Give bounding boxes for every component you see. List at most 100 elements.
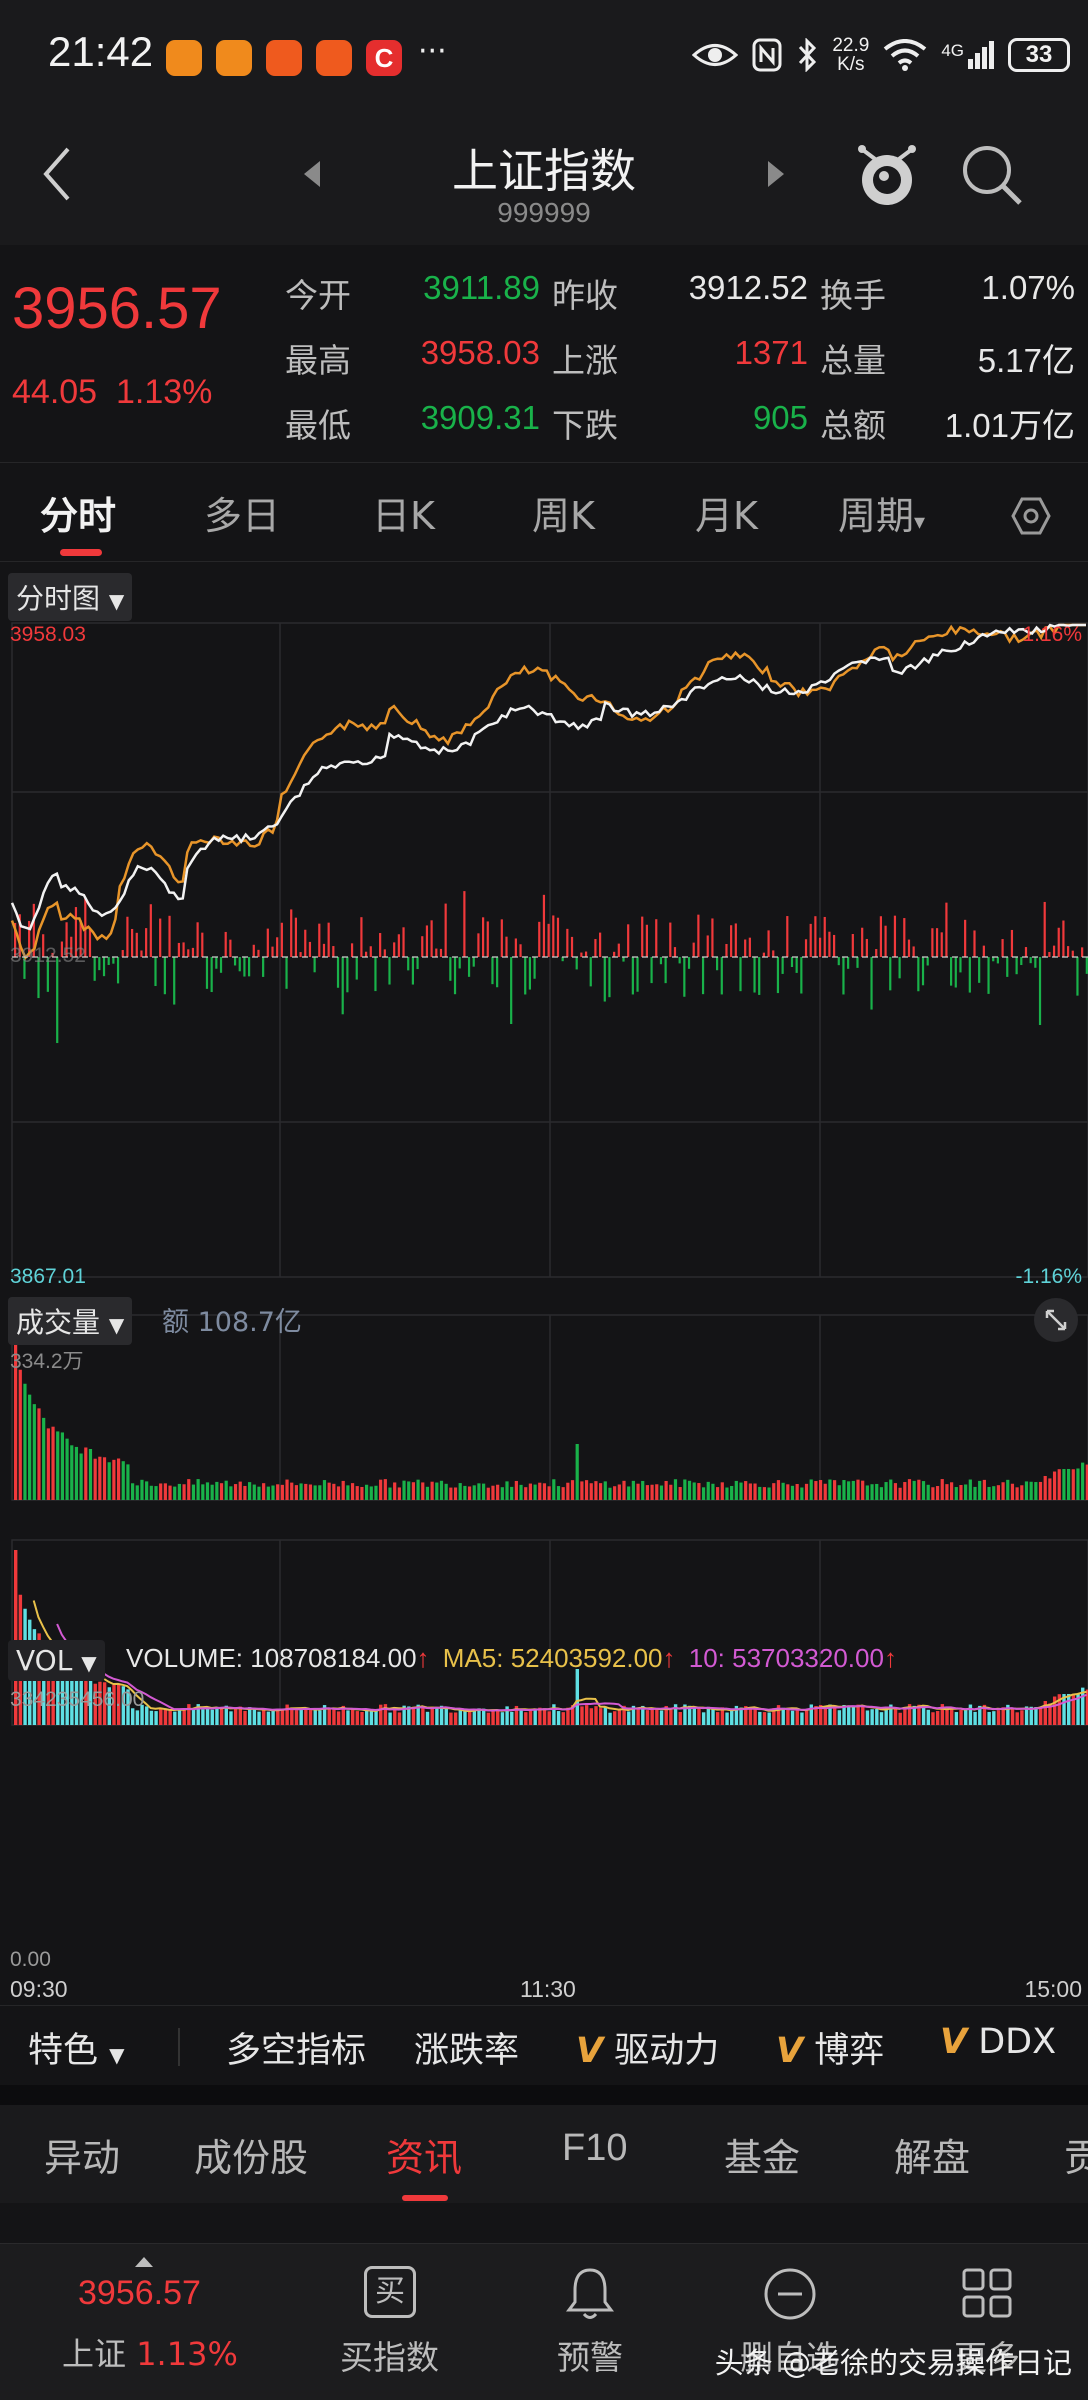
intraday-up-bar bbox=[201, 932, 204, 957]
tab-advance-decline-rate[interactable]: 涨跌率 bbox=[414, 2022, 519, 2073]
tab-long-short-indicator[interactable]: 多空指标 bbox=[226, 2022, 366, 2073]
volume-bar bbox=[79, 1453, 83, 1500]
vol-indicator-bar bbox=[617, 1709, 622, 1725]
assistant-robot-icon[interactable] bbox=[855, 142, 919, 208]
vol-indicator-bar bbox=[692, 1707, 696, 1725]
volume-bar bbox=[140, 1479, 144, 1500]
volume-bar bbox=[98, 1456, 102, 1500]
content-area bbox=[0, 2203, 1088, 2243]
next-index-button[interactable] bbox=[764, 159, 788, 189]
tab-f10[interactable]: F10 bbox=[562, 2127, 627, 2170]
tab-period-dropdown[interactable]: 周期▾ bbox=[838, 485, 925, 540]
intraday-up-bar bbox=[875, 949, 878, 957]
chart-type-dropdown[interactable]: 分时图 ▼ bbox=[8, 573, 133, 621]
vol-indicator-bar bbox=[463, 1710, 467, 1725]
vol-indicator-bar bbox=[444, 1708, 448, 1725]
volume-bar bbox=[893, 1483, 898, 1500]
intraday-up-bar bbox=[1048, 951, 1051, 957]
vol-indicator-bar bbox=[697, 1708, 701, 1725]
intraday-down-bar bbox=[683, 957, 686, 997]
vol-indicator-bar bbox=[233, 1709, 238, 1725]
intraday-down-bar bbox=[1076, 957, 1079, 996]
volume-bar bbox=[935, 1486, 940, 1500]
settings-hexagon-icon[interactable] bbox=[1010, 495, 1052, 537]
vol-indicator-bar bbox=[809, 1704, 813, 1725]
tab-constituents[interactable]: 成份股 bbox=[194, 2127, 308, 2182]
volume-bar bbox=[645, 1485, 649, 1500]
vol-indicator-bar bbox=[603, 1706, 608, 1725]
volume-bar bbox=[383, 1479, 387, 1500]
volume-bar bbox=[449, 1487, 453, 1500]
vol-indicator-bar bbox=[355, 1711, 360, 1725]
vol-indicator-bar bbox=[318, 1710, 322, 1725]
fullscreen-button[interactable] bbox=[1034, 1298, 1078, 1342]
volume-bar bbox=[210, 1484, 214, 1500]
intraday-up-bar bbox=[500, 919, 503, 957]
vol-indicator-bar bbox=[379, 1704, 383, 1725]
low-value: 3909.31 bbox=[420, 399, 540, 436]
intraday-up-bar bbox=[1057, 927, 1060, 957]
watermark: 头条 @老徐的交易操作日记 bbox=[714, 2346, 1073, 2380]
app-notification-icon: C bbox=[366, 40, 402, 76]
volume-bar bbox=[374, 1485, 378, 1500]
tab-monthly-k[interactable]: 月K bbox=[695, 485, 758, 540]
volume-bar bbox=[102, 1457, 107, 1500]
vol-indicator-bar bbox=[921, 1706, 926, 1725]
volume-bar bbox=[154, 1486, 158, 1500]
volume-bar bbox=[655, 1484, 659, 1500]
tab-analysis[interactable]: 解盘 bbox=[894, 2127, 970, 2182]
volume-bar bbox=[173, 1486, 177, 1500]
tab-funds[interactable]: 基金 bbox=[724, 2127, 800, 2182]
vol-indicator-bar bbox=[524, 1712, 528, 1725]
tab-anomaly[interactable]: 异动 bbox=[44, 2127, 120, 2182]
intraday-down-bar bbox=[411, 957, 414, 985]
vol-indicator-bar bbox=[589, 1708, 594, 1725]
tab-driving-force[interactable]: V 驱动力 bbox=[576, 2022, 719, 2073]
intraday-down-bar bbox=[664, 957, 667, 984]
volume-bar bbox=[575, 1444, 579, 1500]
intraday-up-bar bbox=[168, 915, 171, 957]
vol-indicator-bar bbox=[851, 1705, 856, 1725]
intraday-down-bar bbox=[608, 957, 611, 998]
intraday-down-bar bbox=[458, 957, 461, 969]
time-mid-label: 11:30 bbox=[520, 1976, 576, 2002]
special-dropdown[interactable]: 特色 ▼ bbox=[28, 2022, 125, 2073]
volume-bar bbox=[720, 1482, 724, 1500]
index-price-line bbox=[10, 623, 1086, 931]
total-volume-value: 5.17亿 bbox=[977, 342, 1075, 379]
more-notifications-icon: ··· bbox=[418, 34, 447, 69]
vol-indicator-bar bbox=[926, 1709, 930, 1725]
tab-news[interactable]: 资讯 bbox=[386, 2127, 462, 2182]
chart-area[interactable] bbox=[0, 565, 1088, 2005]
vol-indicator-bar bbox=[472, 1710, 477, 1725]
tab-daily-k[interactable]: 日K bbox=[372, 485, 435, 540]
volume-bar bbox=[182, 1484, 186, 1500]
volume-bar bbox=[18, 1369, 22, 1500]
vol-indicator-bar bbox=[645, 1710, 650, 1725]
tab-multi-day[interactable]: 多日 bbox=[204, 485, 280, 540]
tab-intraday[interactable]: 分时 bbox=[40, 485, 116, 540]
tab-weekly-k[interactable]: 周K bbox=[532, 485, 595, 540]
intraday-down-bar bbox=[917, 957, 920, 992]
volume-bar bbox=[547, 1486, 551, 1500]
intraday-up-bar bbox=[393, 942, 396, 957]
buy-index-button[interactable]: 买 买指数 bbox=[340, 2244, 440, 2400]
tab-contribution[interactable]: 贡 bbox=[1064, 2127, 1088, 2182]
alert-button[interactable]: 预警 bbox=[555, 2244, 625, 2400]
intraday-up-bar bbox=[762, 952, 765, 957]
volume-bar bbox=[556, 1486, 561, 1500]
volume-bar bbox=[163, 1483, 167, 1500]
volume-bar bbox=[458, 1483, 462, 1500]
search-icon[interactable] bbox=[960, 143, 1024, 207]
volume-dropdown[interactable]: 成交量 ▼ bbox=[8, 1297, 133, 1345]
tab-ddx[interactable]: V DDX bbox=[940, 2022, 1056, 2062]
vol-indicator-bar bbox=[561, 1712, 565, 1725]
vol-indicator-dropdown[interactable]: VOL ▼ bbox=[8, 1640, 105, 1681]
vol-indicator-bar bbox=[627, 1711, 631, 1725]
intraday-up-bar bbox=[177, 942, 180, 957]
volume-bar bbox=[542, 1483, 547, 1500]
index-summary[interactable]: 3956.57 上证 1.13% bbox=[0, 2244, 290, 2400]
arrow-up-icon: ↑ bbox=[883, 1643, 897, 1673]
tab-game[interactable]: V 博弈 bbox=[776, 2022, 884, 2073]
current-price: 3956.57 bbox=[12, 276, 222, 341]
